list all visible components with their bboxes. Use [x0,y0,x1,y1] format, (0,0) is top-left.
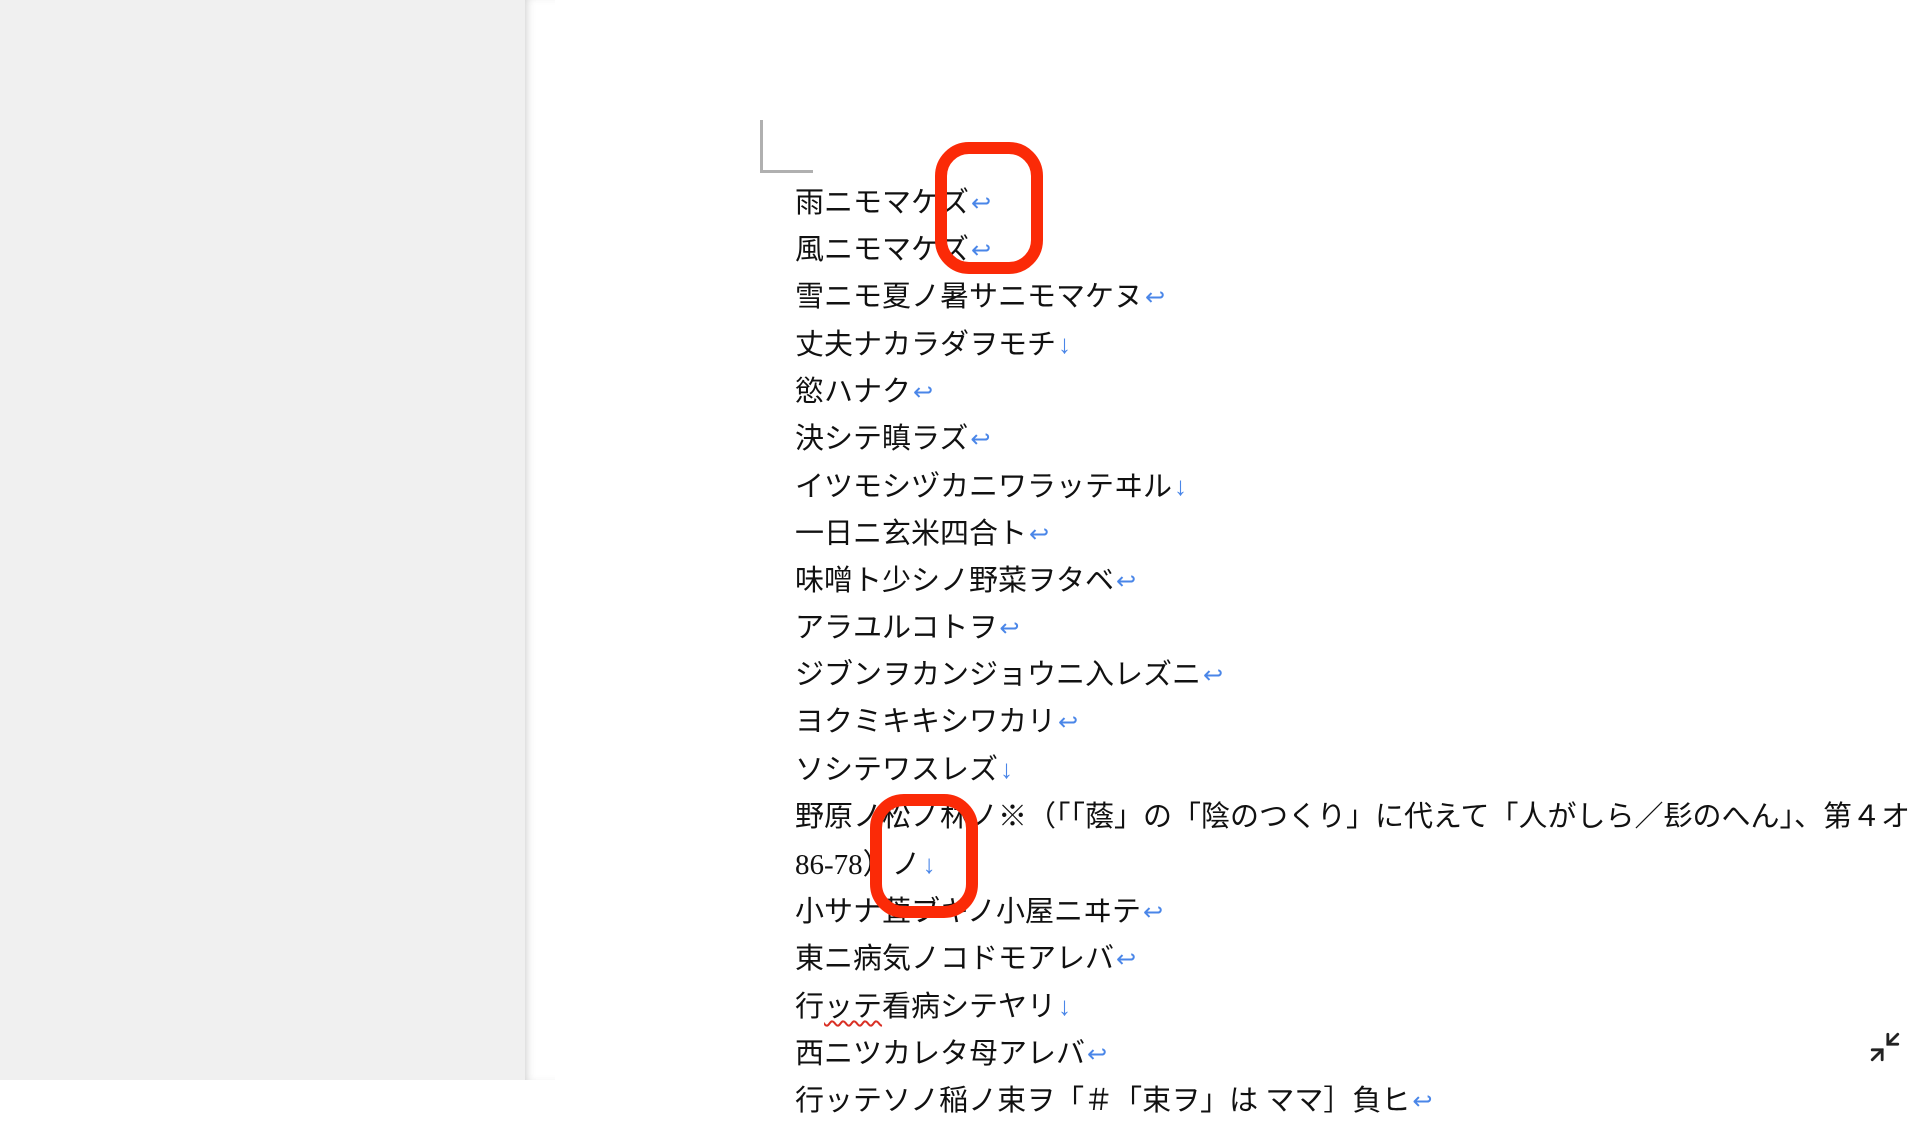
line-break-arrow-icon: ↓ [921,849,936,879]
text-span: 丈夫ナカラダヲモチ [795,329,1056,361]
text-line[interactable]: アラユルコトヲ↩ [795,605,1920,652]
text-span: 小サナ萓ブキノ小屋ニヰテ [795,896,1141,928]
text-span: 行ッテソノ稲ノ束ヲ「＃「束ヲ」は ママ］負ヒ [795,1085,1410,1117]
text-span: 西ニツカレタ母アレバ [795,1038,1085,1070]
document-body[interactable]: 雨ニモマケズ↩風ニモマケズ↩雪ニモ夏ノ暑サニモマケヌ↩丈夫ナカラダヲモチ↓慾ハナ… [795,180,1920,1125]
collapse-view-button[interactable] [1868,1030,1902,1064]
line-break-arrow-icon: ↓ [998,754,1013,784]
text-span: ヨクミキキシワカリ [795,706,1056,738]
text-line[interactable]: 決シテ瞋ラズ↩ [795,416,1920,463]
margin-corner-marker [760,120,813,173]
text-line[interactable]: 味噌ト少シノ野菜ヲタベ↩ [795,558,1920,605]
pilcrow-icon: ↩ [911,379,933,406]
text-span: ジブンヲカンジョウニ入レズニ [795,659,1201,691]
text-span: アラユルコトヲ [795,612,997,644]
pilcrow-icon: ↩ [1085,1041,1107,1068]
collapse-icon [1868,1051,1902,1068]
pilcrow-icon: ↩ [1143,284,1165,311]
text-line[interactable]: 86-78）ノ↓ [795,841,1920,889]
text-line[interactable]: 雪ニモ夏ノ暑サニモマケヌ↩ [795,274,1920,321]
text-span: 東ニ病気ノコドモアレバ [795,943,1114,975]
text-line[interactable]: 風ニモマケズ↩ [795,227,1920,274]
text-span: 雪ニモ夏ノ暑サニモマケヌ [795,281,1143,313]
line-break-arrow-icon: ↓ [1172,471,1187,501]
pilcrow-icon: ↩ [969,190,991,217]
text-span: ソシテワスレズ [795,754,998,786]
text-line[interactable]: 野原ノ松ノ林ノ※（「「蔭」の「陰のつくり」に代えて「人がしら／髟のへん」、第４オ [795,794,1920,841]
pilcrow-icon: ↩ [1201,662,1223,689]
text-span: 野原ノ松ノ林ノ※（「「蔭」の「陰のつくり」に代えて「人がしら／髟のへん」、第４オ [795,801,1910,833]
pilcrow-icon: ↩ [1141,899,1163,926]
text-span: 決シテ瞋ラズ [795,423,968,455]
pilcrow-icon: ↩ [997,615,1019,642]
pilcrow-icon: ↩ [968,426,990,453]
line-break-arrow-icon: ↓ [1056,991,1071,1021]
pilcrow-icon: ↩ [1056,709,1078,736]
text-line[interactable]: 雨ニモマケズ↩ [795,180,1920,227]
pilcrow-icon: ↩ [969,237,991,264]
pilcrow-icon: ↩ [1410,1088,1432,1115]
pilcrow-icon: ↩ [1114,946,1136,973]
text-line[interactable]: 小サナ萓ブキノ小屋ニヰテ↩ [795,889,1920,936]
text-line[interactable]: 一日ニ玄米四合ト↩ [795,511,1920,558]
pilcrow-icon: ↩ [1114,568,1136,595]
text-line[interactable]: 東ニ病気ノコドモアレバ↩ [795,936,1920,983]
text-span: 慾ハナク [795,376,911,408]
page-gutter [525,0,555,1080]
text-span: 味噌ト少シノ野菜ヲタベ [795,565,1114,597]
text-span: イツモシヅカニワラッテヰル [795,471,1172,503]
spellcheck-squiggle: ッテ [824,991,882,1023]
pilcrow-icon: ↩ [1027,521,1049,548]
text-line[interactable]: 丈夫ナカラダヲモチ↓ [795,321,1920,369]
text-line[interactable]: 慾ハナク↩ [795,369,1920,416]
text-span: 行 [795,991,824,1023]
text-line[interactable]: ヨクミキキシワカリ↩ [795,699,1920,746]
text-span: 看病シテヤリ [882,991,1056,1023]
text-line[interactable]: ジブンヲカンジョウニ入レズニ↩ [795,652,1920,699]
text-line[interactable]: 行ッテ看病シテヤリ↓ [795,983,1920,1031]
text-span: 86-78）ノ [795,849,921,881]
text-line[interactable]: イツモシヅカニワラッテヰル↓ [795,463,1920,511]
text-span: 風ニモマケズ [795,234,969,266]
text-line[interactable]: ソシテワスレズ↓ [795,746,1920,794]
text-span: 一日ニ玄米四合ト [795,518,1027,550]
navigation-sidebar [0,0,525,1080]
text-line[interactable]: 西ニツカレタ母アレバ↩ [795,1031,1920,1078]
text-line[interactable]: 行ッテソノ稲ノ束ヲ「＃「束ヲ」は ママ］負ヒ↩ [795,1078,1920,1125]
text-span: 雨ニモマケズ [795,187,969,219]
line-break-arrow-icon: ↓ [1056,329,1071,359]
